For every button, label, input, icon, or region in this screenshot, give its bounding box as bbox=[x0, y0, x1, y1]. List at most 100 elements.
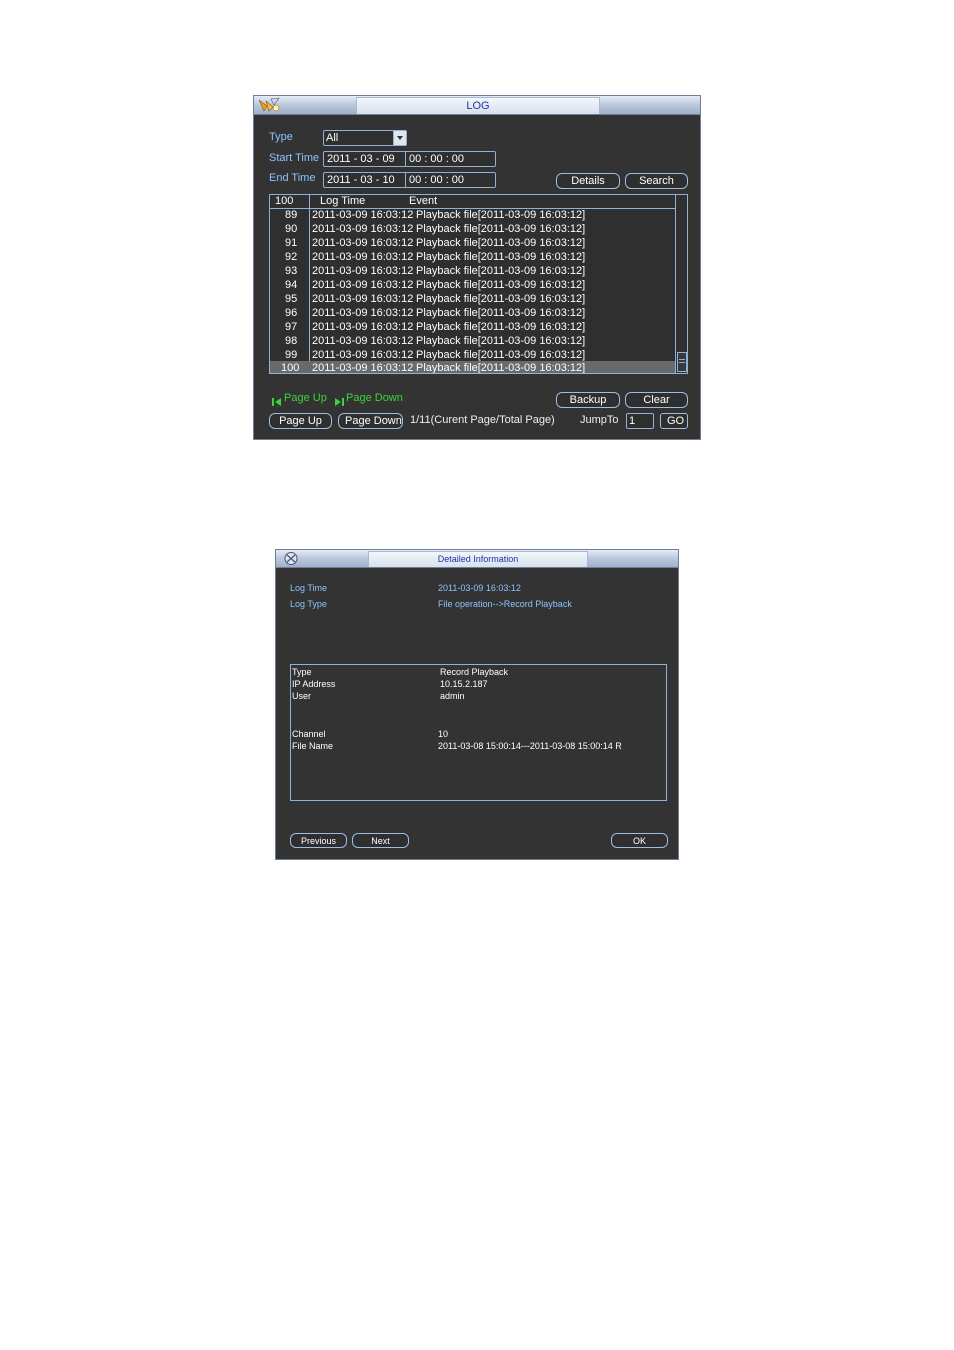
table-row[interactable]: 98 2011-03-09 16:03:12 Playback file[2011-… bbox=[270, 334, 675, 348]
detail-box: Type Record Playback IP Address 10.15.2.… bbox=[290, 664, 667, 801]
row-number: 95 bbox=[285, 293, 298, 305]
detail-window-title: Detailed Information bbox=[368, 551, 588, 567]
row-number: 90 bbox=[285, 223, 298, 235]
table-row[interactable]: 96 2011-03-09 16:03:12 Playback file[2011-… bbox=[270, 306, 675, 320]
go-button[interactable]: GO bbox=[660, 413, 688, 429]
row-log-time: 2011-03-09 16:03:12 bbox=[312, 209, 414, 221]
log-type-label: Log Type bbox=[290, 599, 327, 609]
log-type-value: File operation-->Record Playback bbox=[438, 599, 572, 609]
start-date-value[interactable]: 2011 - 03 - 09 bbox=[327, 152, 395, 166]
row-number: 97 bbox=[285, 321, 298, 333]
log-window-logo-icon bbox=[257, 97, 283, 113]
row-event: Playback file[2011-03-09 16:03:12] bbox=[416, 321, 586, 333]
row-log-time: 2011-03-09 16:03:12 bbox=[312, 349, 414, 361]
log-time-label: Log Time bbox=[290, 583, 328, 593]
header-divider bbox=[309, 195, 310, 208]
previous-button[interactable]: Previous bbox=[290, 833, 347, 848]
scrollbar-thumb[interactable] bbox=[677, 352, 687, 372]
channel-label: Channel bbox=[292, 729, 326, 739]
start-time-value[interactable]: 00 : 00 : 00 bbox=[409, 152, 464, 166]
row-event: Playback file[2011-03-09 16:03:12] bbox=[416, 293, 586, 305]
table-row[interactable]: 95 2011-03-09 16:03:12 Playback file[2011-… bbox=[270, 292, 675, 306]
table-scrollbar[interactable] bbox=[675, 195, 687, 373]
table-row[interactable]: 92 2011-03-09 16:03:12 Playback file[2011-… bbox=[270, 250, 675, 264]
file-name-value: 2011-03-08 15:00:14---2011-03-08 15:00:1… bbox=[438, 741, 622, 751]
details-button[interactable]: Details bbox=[556, 173, 620, 189]
table-row[interactable]: 90 2011-03-09 16:03:12 Playback file[2011-… bbox=[270, 222, 675, 236]
row-event: Playback file[2011-03-09 16:03:12] bbox=[416, 251, 586, 263]
table-row-selected[interactable]: 100 2011-03-09 16:03:12 Playback file[2011… bbox=[270, 361, 675, 374]
type-value: Record Playback bbox=[440, 667, 509, 677]
row-event: Playback file[2011-03-09 16:03:12] bbox=[416, 335, 586, 347]
column-header-event: Event bbox=[409, 195, 438, 207]
start-time-label: Start Time bbox=[269, 152, 320, 164]
end-time-value[interactable]: 00 : 00 : 00 bbox=[409, 173, 464, 187]
search-button[interactable]: Search bbox=[625, 173, 688, 189]
clear-button[interactable]: Clear bbox=[625, 392, 688, 408]
log-time-value: 2011-03-09 16:03:12 bbox=[438, 583, 521, 593]
table-row[interactable]: 97 2011-03-09 16:03:12 Playback file[2011-… bbox=[270, 320, 675, 334]
ip-address-value: 10.15.2.187 bbox=[440, 679, 488, 689]
row-number: 91 bbox=[285, 237, 298, 249]
detail-window-logo-icon bbox=[282, 551, 300, 566]
detail-titlebar: Detailed Information bbox=[276, 550, 678, 568]
start-time-divider bbox=[405, 152, 406, 166]
table-row[interactable]: 91 2011-03-09 16:03:12 Playback file[2011-… bbox=[270, 236, 675, 250]
column-header-log-time: Log Time bbox=[320, 195, 366, 207]
row-log-time: 2011-03-09 16:03:12 bbox=[312, 362, 414, 374]
detail-window: Detailed Information Log Time 2011-03-09… bbox=[275, 549, 679, 860]
table-row[interactable]: 93 2011-03-09 16:03:12 Playback file[2011-… bbox=[270, 264, 675, 278]
row-event: Playback file[2011-03-09 16:03:12] bbox=[416, 362, 586, 374]
row-log-time: 2011-03-09 16:03:12 bbox=[312, 307, 414, 319]
row-number: 96 bbox=[285, 307, 298, 319]
log-table: 100 Log Time Event 89 2011-03-09 16:03:12… bbox=[269, 194, 688, 374]
row-number: 92 bbox=[285, 251, 298, 263]
dropdown-arrow-icon[interactable] bbox=[393, 131, 406, 145]
page-info: 1/11(Curent Page/Total Page) bbox=[410, 414, 555, 426]
page-down-hint: Page Down bbox=[346, 392, 403, 404]
row-event: Playback file[2011-03-09 16:03:12] bbox=[416, 307, 586, 319]
row-log-time: 2011-03-09 16:03:12 bbox=[312, 251, 414, 263]
table-row[interactable]: 99 2011-03-09 16:03:12 Playback file[2011-… bbox=[270, 348, 675, 362]
row-log-time: 2011-03-09 16:03:12 bbox=[312, 279, 414, 291]
channel-value: 10 bbox=[438, 729, 449, 739]
row-log-time: 2011-03-09 16:03:12 bbox=[312, 335, 414, 347]
user-value: admin bbox=[440, 691, 465, 701]
page-down-button[interactable]: Page Down bbox=[338, 413, 403, 429]
row-log-time: 2011-03-09 16:03:12 bbox=[312, 293, 414, 305]
row-event: Playback file[2011-03-09 16:03:12] bbox=[416, 209, 586, 221]
row-event: Playback file[2011-03-09 16:03:12] bbox=[416, 223, 586, 235]
column-header-count: 100 bbox=[275, 195, 294, 207]
log-window-title: LOG bbox=[356, 97, 600, 114]
jumpto-label: JumpTo bbox=[580, 414, 619, 426]
row-number: 98 bbox=[285, 335, 298, 347]
type-select-value: All bbox=[326, 132, 339, 144]
file-name-label: File Name bbox=[292, 741, 334, 751]
row-log-time: 2011-03-09 16:03:12 bbox=[312, 223, 414, 235]
table-header: 100 Log Time Event bbox=[270, 195, 675, 209]
type-select[interactable]: All bbox=[323, 130, 407, 146]
last-page-icon bbox=[334, 394, 344, 406]
type-label: Type bbox=[269, 131, 293, 143]
backup-button[interactable]: Backup bbox=[556, 392, 620, 408]
log-window: LOG Type All Start Time 2011 - 03 - 09 0… bbox=[253, 95, 701, 440]
log-titlebar: LOG bbox=[254, 96, 700, 115]
end-time-field[interactable]: 2011 - 03 - 10 00 : 00 : 00 bbox=[323, 172, 496, 188]
page-up-hint: Page Up bbox=[284, 392, 327, 404]
row-event: Playback file[2011-03-09 16:03:12] bbox=[416, 237, 586, 249]
page-up-button[interactable]: Page Up bbox=[269, 413, 332, 429]
row-number: 93 bbox=[285, 265, 298, 277]
row-number: 99 bbox=[285, 349, 298, 361]
start-time-field[interactable]: 2011 - 03 - 09 00 : 00 : 00 bbox=[323, 151, 496, 167]
next-button[interactable]: Next bbox=[352, 833, 409, 848]
jumpto-input[interactable]: 1 bbox=[626, 413, 654, 429]
end-time-label: End Time bbox=[269, 172, 316, 184]
row-event: Playback file[2011-03-09 16:03:12] bbox=[416, 279, 586, 291]
row-log-time: 2011-03-09 16:03:12 bbox=[312, 265, 414, 277]
end-date-value[interactable]: 2011 - 03 - 10 bbox=[327, 173, 395, 187]
ok-button[interactable]: OK bbox=[611, 833, 668, 848]
type-label: Type bbox=[292, 667, 312, 677]
table-row[interactable]: 94 2011-03-09 16:03:12 Playback file[2011-… bbox=[270, 278, 675, 292]
table-row[interactable]: 89 2011-03-09 16:03:12 Playback file[2011-… bbox=[270, 208, 675, 222]
row-log-time: 2011-03-09 16:03:12 bbox=[312, 237, 414, 249]
